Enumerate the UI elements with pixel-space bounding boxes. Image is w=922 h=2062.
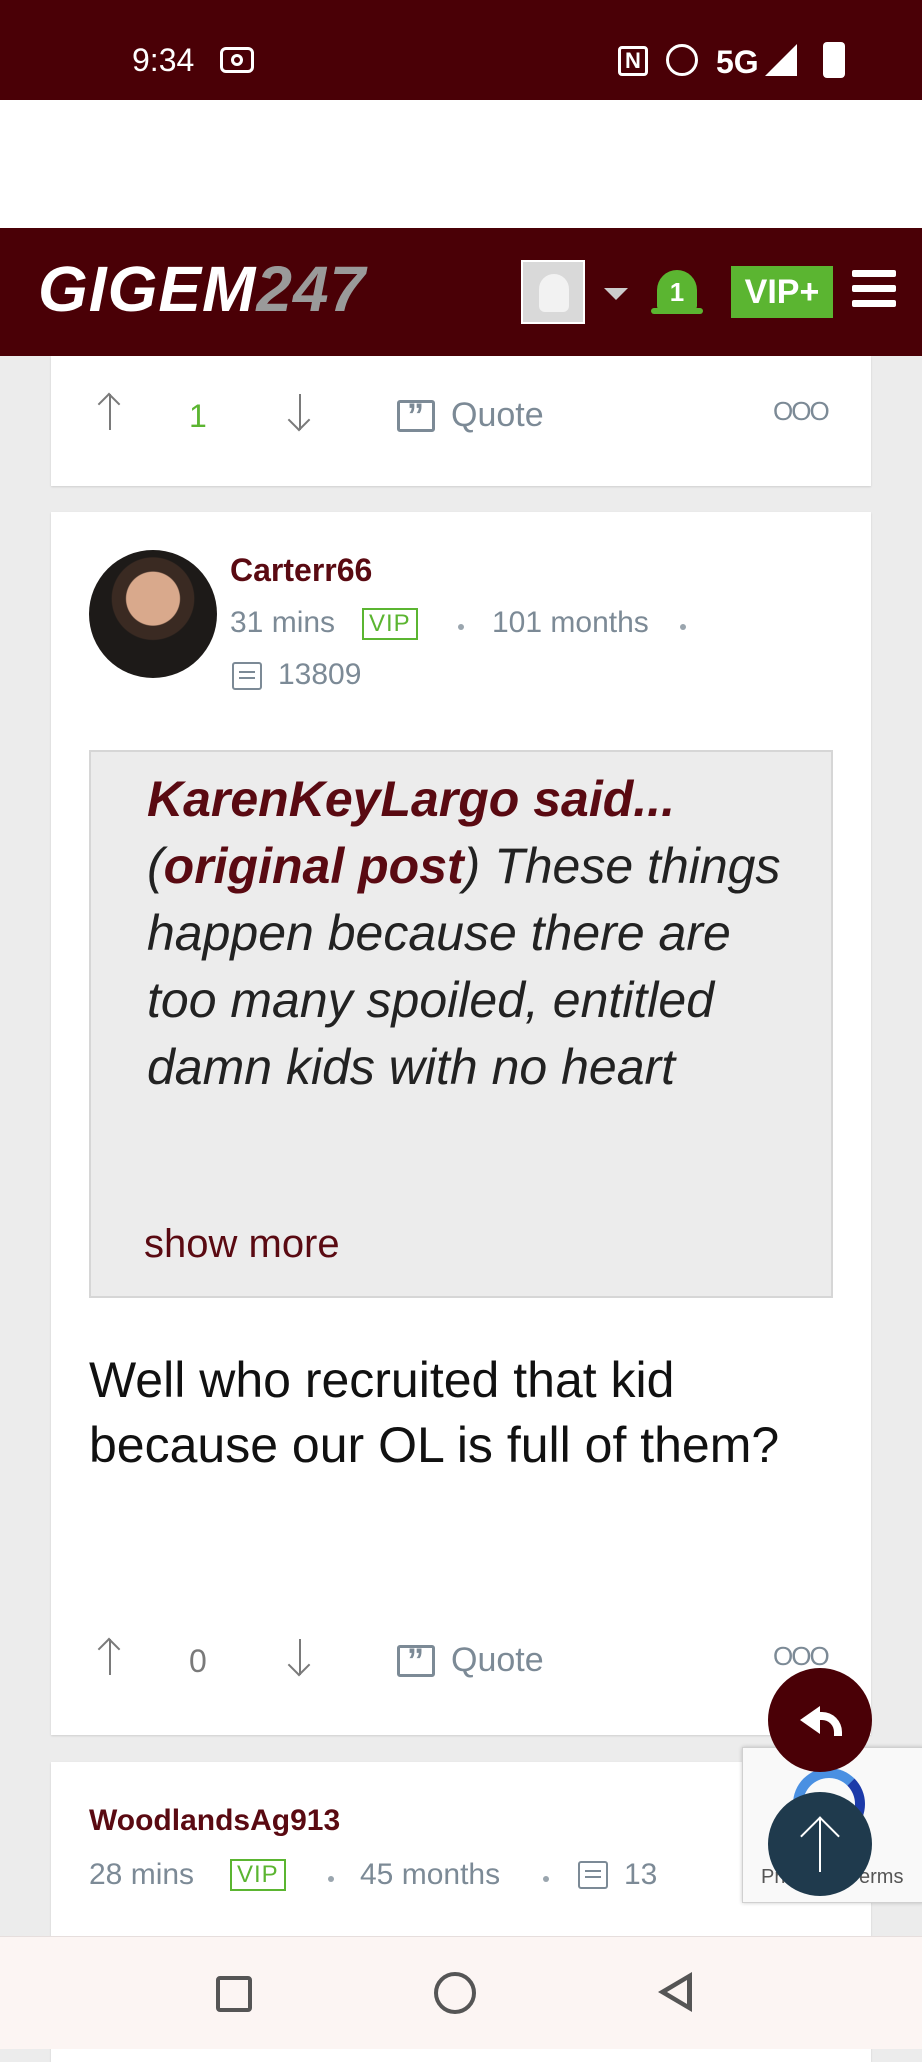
nfc-icon: N [618,46,648,76]
back-icon[interactable] [658,1972,692,2012]
logo-number: 247 [256,253,367,325]
quote-icon[interactable] [397,397,435,436]
status-time: 9:34 [132,42,195,78]
post-action-bar: 0 Quote OOO [51,1633,871,1693]
post-count: 13 [624,1858,658,1891]
avatar[interactable] [89,550,217,678]
logo-text: GIGEM [38,253,257,325]
bell-base [651,308,703,314]
quoted-text-block: KarenKeyLargo said... (original post) The… [147,771,781,1095]
quoted-author[interactable]: KarenKeyLargo said... [147,771,675,827]
page-top-spacer [0,100,922,228]
signal-icon [765,44,797,76]
quote-button[interactable]: Quote [451,396,544,435]
vip-badge: VIP [362,608,418,640]
post-username[interactable]: Carterr66 [230,552,372,589]
quote-button[interactable]: Quote [451,1641,544,1680]
recaptcha-terms-link[interactable]: erms [859,1866,903,1889]
site-logo[interactable]: GIGEM247 [38,252,366,326]
member-tenure: 101 months [492,606,649,639]
vip-plus-button[interactable]: VIP+ [731,266,833,318]
vip-badge: VIP [230,1859,286,1891]
upvote-icon[interactable] [95,392,125,432]
user-avatar-button[interactable] [521,260,585,324]
post-score: 0 [189,1643,207,1679]
separator-dot [680,624,686,630]
status-bar: 9:34 N 5G [0,0,922,100]
post-action-bar: 1 Quote OOO [51,388,871,448]
more-options-icon[interactable]: OOO [773,396,830,427]
posts-icon [232,662,262,690]
previous-post-card: 1 Quote OOO [51,356,871,486]
separator-dot [328,1876,334,1882]
post-score: 1 [189,398,207,434]
home-icon[interactable] [434,1972,476,2014]
battery-icon [823,42,845,78]
separator-dot [458,624,464,630]
reply-button[interactable] [768,1668,872,1772]
separator-dot [543,1876,549,1882]
network-type: 5G [716,44,759,80]
downvote-icon[interactable] [285,1637,315,1677]
recent-apps-icon[interactable] [216,1976,252,2012]
post-count: 13809 [278,658,362,691]
chevron-down-icon[interactable] [604,288,628,300]
post-body: Well who recruited that kid because our … [89,1352,780,1473]
downvote-icon[interactable] [285,392,315,432]
screen-record-icon [220,47,254,73]
scroll-to-top-button[interactable] [768,1792,872,1896]
posts-icon [578,1861,608,1889]
member-tenure: 45 months [360,1858,501,1891]
post-time: 28 mins [89,1858,195,1891]
menu-icon[interactable] [852,270,896,310]
notifications-button[interactable]: 1 [651,262,703,320]
original-post-link[interactable]: original post [164,838,464,894]
quote-icon[interactable] [397,1642,435,1681]
bell-icon: 1 [657,270,697,310]
post-time: 31 mins [230,606,336,639]
show-more-link[interactable]: show more [144,1222,340,1267]
alarm-icon [666,44,698,76]
upvote-icon[interactable] [95,1637,125,1677]
notification-count: 1 [669,277,685,307]
quoted-post: KarenKeyLargo said... (original post) The… [89,750,833,1298]
post-username[interactable]: WoodlandsAg913 [89,1804,340,1838]
